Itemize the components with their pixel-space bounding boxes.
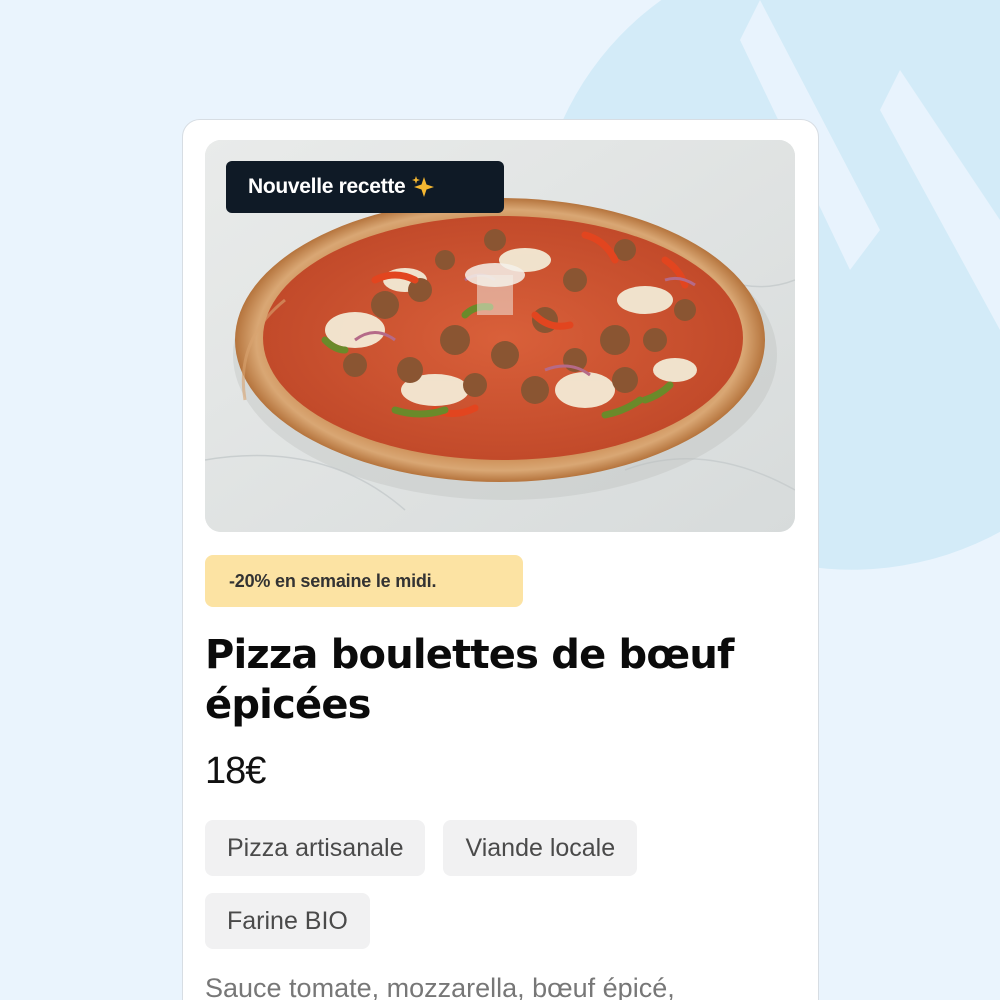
new-recipe-badge: Nouvelle recette [226, 161, 504, 213]
product-price: 18€ [205, 750, 266, 792]
sparkles-icon [411, 175, 437, 199]
product-title-line2: épicées [205, 682, 371, 728]
tag-viande-locale: Viande locale [443, 820, 638, 876]
tag-list: Pizza artisanale Viande locale Farine BI… [205, 820, 765, 949]
tag-pizza-artisanale: Pizza artisanale [205, 820, 426, 876]
product-description: Sauce tomate, mozzarella, bœuf épicé, [205, 973, 675, 1000]
product-card[interactable]: Nouvelle recette -20% en semaine le midi… [182, 119, 819, 1000]
badge-label: Nouvelle recette [248, 175, 406, 198]
product-title-line1: Pizza boulettes de bœuf [205, 632, 734, 678]
product-title: Pizza boulettes de bœuf épicées [205, 630, 795, 730]
promo-badge: -20% en semaine le midi. [205, 555, 523, 607]
tag-farine-bio: Farine BIO [205, 893, 370, 949]
